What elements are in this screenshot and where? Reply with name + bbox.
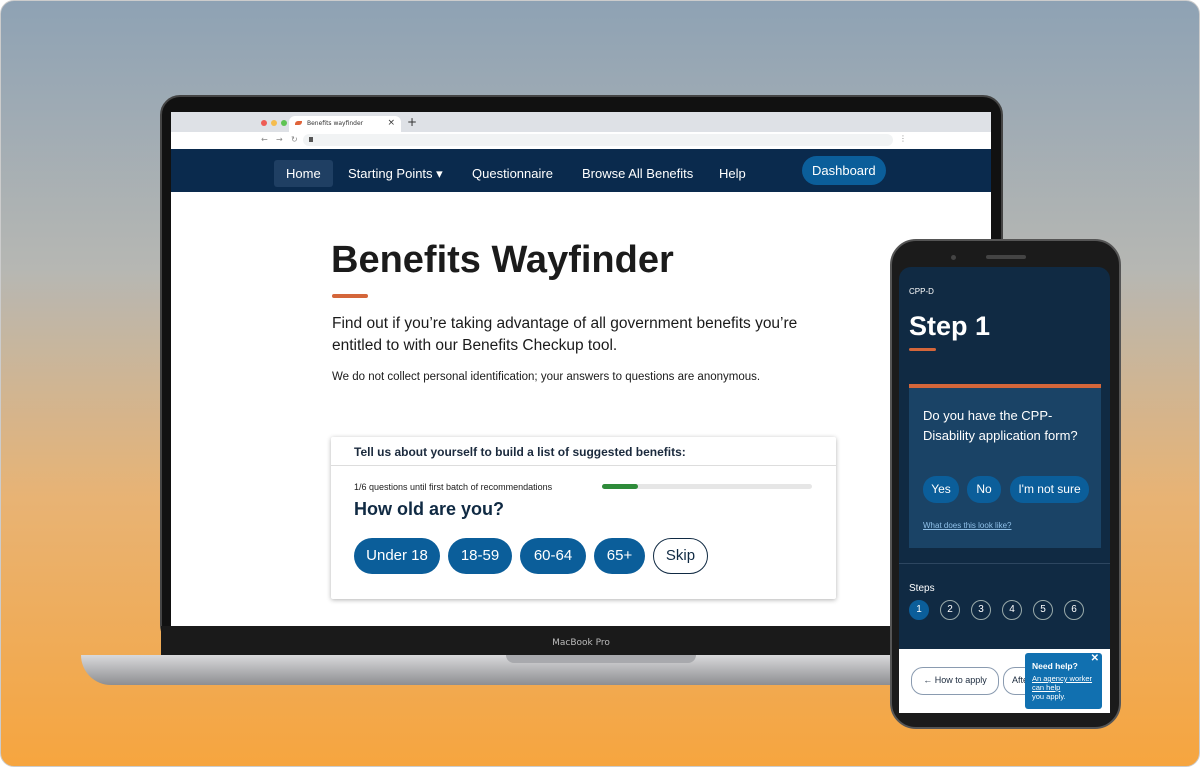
nav-home[interactable]: Home — [274, 160, 333, 187]
divider — [899, 563, 1110, 564]
help-link[interactable]: What does this look like? — [923, 521, 1012, 530]
questionnaire-card: Tell us about yourself to build a list o… — [331, 437, 836, 599]
address-bar[interactable]: ← → ↻ ⋮ — [171, 132, 991, 149]
step-1[interactable]: 1 — [909, 600, 929, 620]
phone-footer: ← How to apply After Need help? An agenc… — [899, 649, 1110, 713]
option-60-64[interactable]: 60-64 — [520, 538, 586, 574]
back-label: How to apply — [934, 675, 987, 685]
top-nav: Home Starting Points ▾ Questionnaire Bro… — [171, 149, 991, 192]
divider — [331, 465, 836, 466]
laptop-label: MacBook Pro — [552, 638, 610, 648]
arrow-left-icon: ← — [923, 675, 935, 685]
laptop-notch — [506, 655, 696, 663]
question-text: How old are you? — [354, 499, 505, 519]
option-18-59[interactable]: 18-59 — [448, 538, 512, 574]
step-3[interactable]: 3 — [971, 600, 991, 620]
progress-text: 1/6 questions until first batch of recom… — [354, 482, 553, 492]
url-field[interactable] — [303, 134, 893, 146]
progress-bar — [602, 484, 812, 489]
speaker-grille — [986, 255, 1026, 259]
help-popover: Need help? An agency worker can help you… — [1025, 653, 1102, 709]
close-tab-icon[interactable]: × — [387, 118, 395, 128]
step-6[interactable]: 6 — [1064, 600, 1084, 620]
step-5[interactable]: 5 — [1033, 600, 1053, 620]
lock-icon — [309, 137, 313, 142]
close-icon[interactable]: ✕ — [1091, 654, 1099, 664]
title-underline — [332, 294, 368, 298]
phone-question: Do you have the CPP-Disability applicati… — [923, 408, 1078, 443]
question-card: Do you have the CPP-Disability applicati… — [909, 384, 1101, 548]
skip-button[interactable]: Skip — [653, 538, 708, 574]
tab-title: Benefits wayfinder — [307, 120, 364, 127]
browser-chrome: Benefits wayfinder × + ← → ↻ ⋮ — [171, 112, 991, 149]
chevron-down-icon: ▾ — [436, 166, 443, 181]
browser-tab[interactable]: Benefits wayfinder × — [289, 116, 401, 132]
back-icon[interactable]: ← — [261, 135, 268, 144]
close-window-dot[interactable] — [261, 120, 267, 126]
yes-button[interactable]: Yes — [923, 476, 959, 503]
menu-icon[interactable]: ⋮ — [899, 134, 907, 143]
steps-label: Steps — [909, 583, 935, 594]
eyebrow: CPP-D — [909, 287, 934, 296]
phone-screen: CPP-D Step 1 Do you have the CPP-Disabil… — [899, 267, 1110, 713]
step-4[interactable]: 4 — [1002, 600, 1022, 620]
help-text: you apply. — [1032, 692, 1066, 701]
step-2[interactable]: 2 — [940, 600, 960, 620]
title-underline — [909, 348, 936, 351]
laptop-screen: Benefits wayfinder × + ← → ↻ ⋮ Home Star… — [171, 112, 991, 626]
camera-icon — [951, 255, 956, 260]
back-button[interactable]: ← How to apply — [911, 667, 999, 695]
not-sure-button[interactable]: I'm not sure — [1010, 476, 1089, 503]
laptop-chin: MacBook Pro — [161, 626, 1001, 656]
nav-help[interactable]: Help — [707, 160, 758, 187]
card-header: Tell us about yourself to build a list o… — [354, 445, 686, 459]
page-title: Benefits Wayfinder — [331, 239, 674, 281]
option-65-plus[interactable]: 65+ — [594, 538, 645, 574]
favicon-icon — [295, 121, 302, 125]
help-title: Need help? — [1032, 661, 1078, 671]
minimize-window-dot[interactable] — [271, 120, 277, 126]
intro-text: Find out if you’re taking advantage of a… — [332, 315, 798, 354]
nav-starting-points[interactable]: Starting Points ▾ — [336, 160, 455, 188]
new-tab-button[interactable]: + — [407, 115, 417, 129]
forward-icon[interactable]: → — [276, 135, 283, 144]
step-title: Step 1 — [909, 311, 991, 341]
reload-icon[interactable]: ↻ — [291, 135, 298, 144]
nav-label: Starting Points — [348, 166, 433, 181]
privacy-text: We do not collect personal identificatio… — [332, 371, 761, 383]
nav-questionnaire[interactable]: Questionnaire — [460, 160, 565, 187]
background: MacBook Pro Benefits wayfinder × + ← → ↻… — [0, 0, 1200, 767]
dashboard-button[interactable]: Dashboard — [802, 156, 886, 185]
maximize-window-dot[interactable] — [281, 120, 287, 126]
nav-browse-all[interactable]: Browse All Benefits — [570, 160, 705, 187]
agency-link[interactable]: An agency worker can help — [1032, 674, 1095, 692]
option-under-18[interactable]: Under 18 — [354, 538, 440, 574]
no-button[interactable]: No — [967, 476, 1001, 503]
progress-fill — [602, 484, 638, 489]
